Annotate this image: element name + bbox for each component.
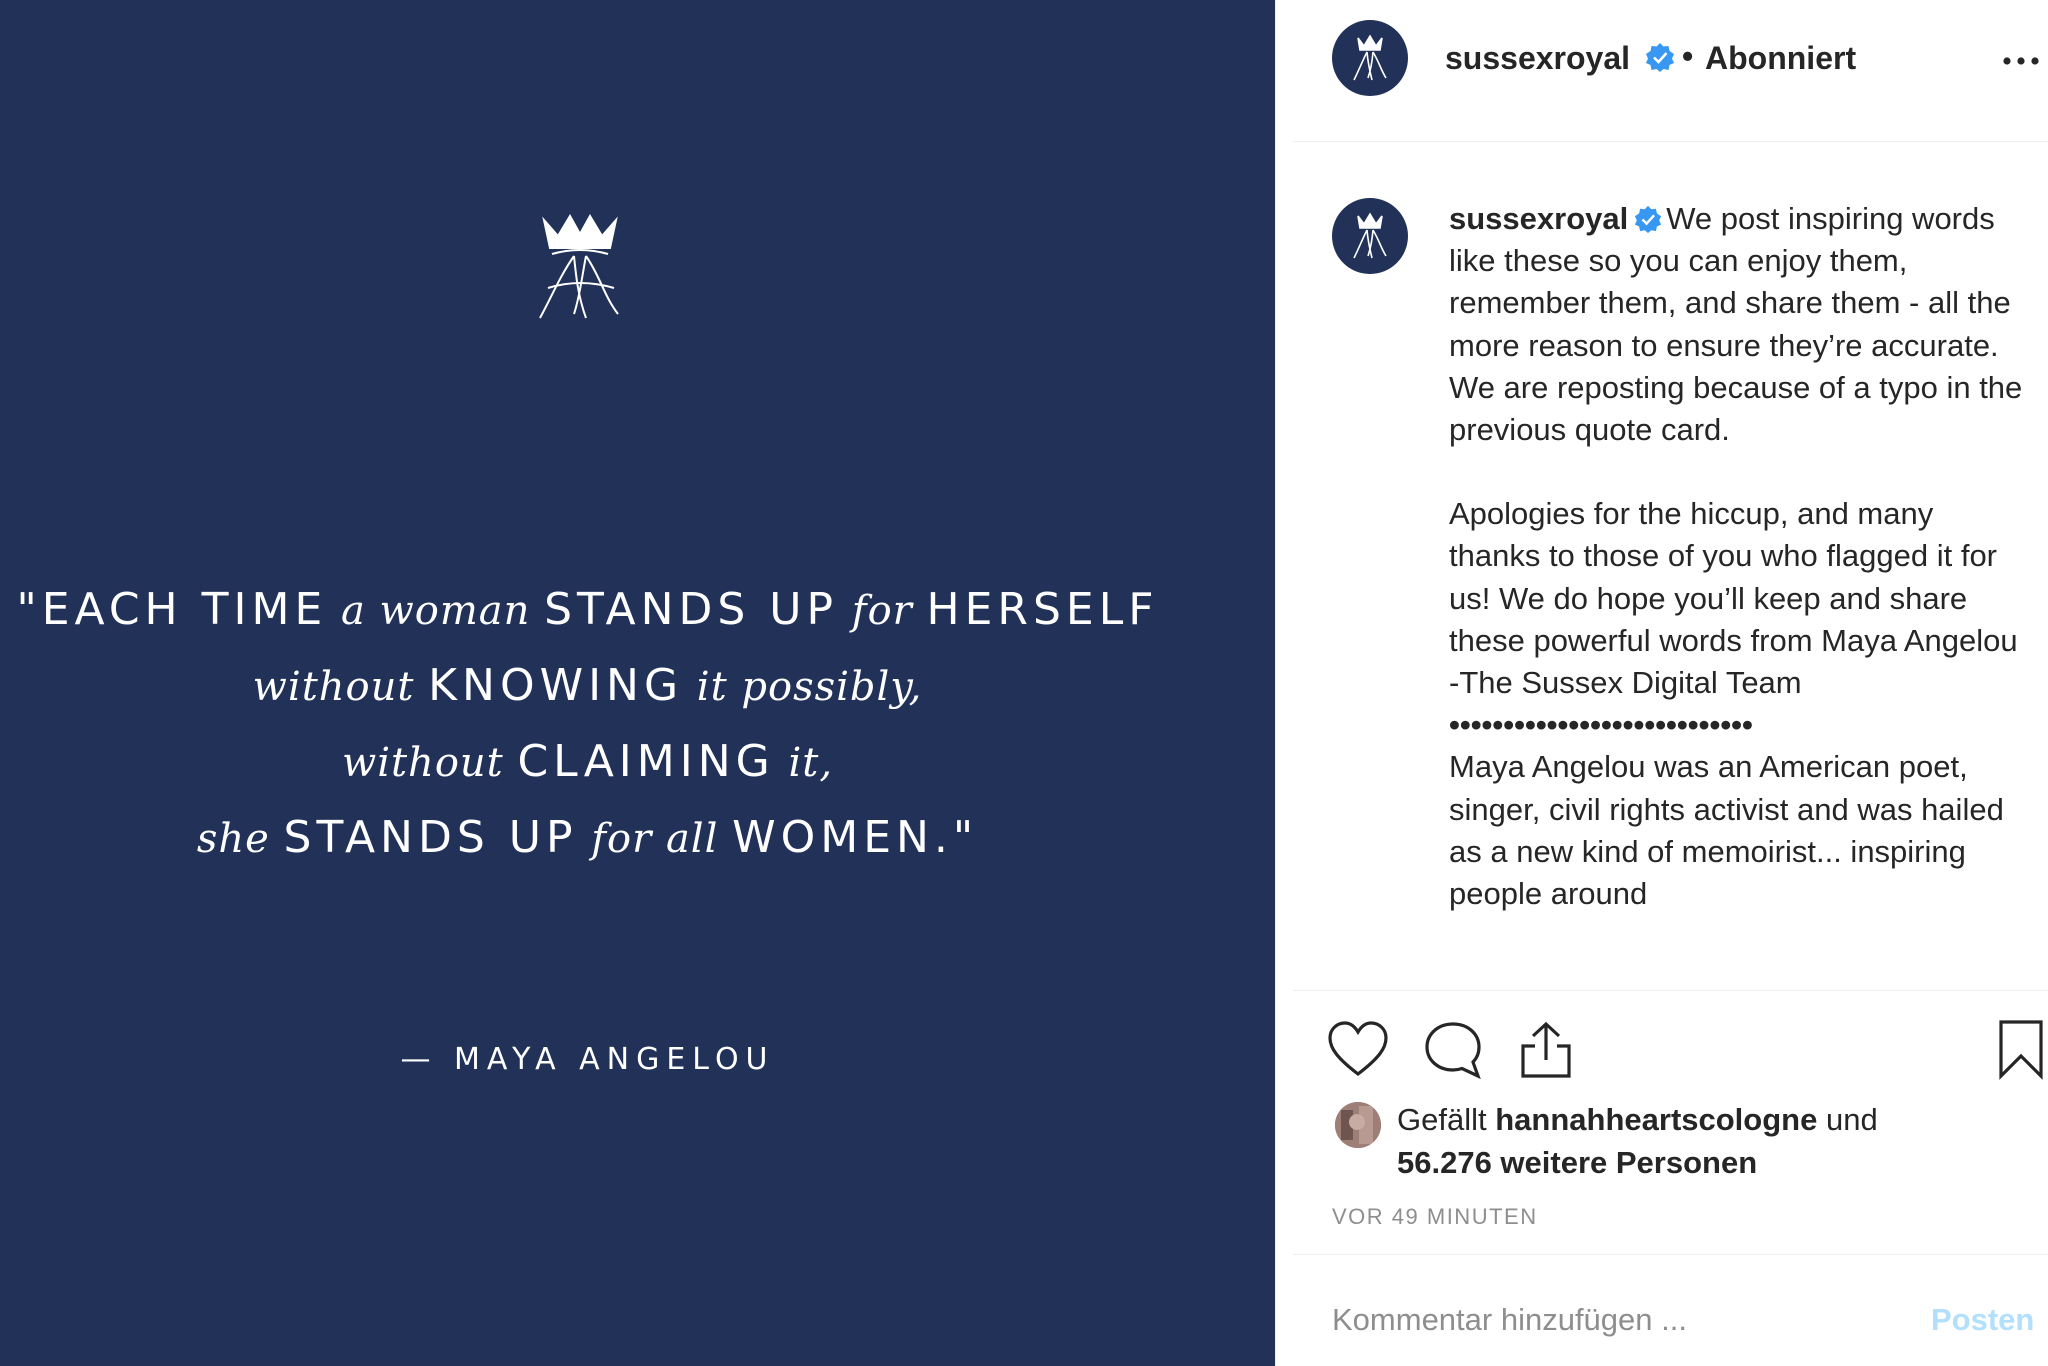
post-panel: sussexroyal • Abonniert sussexroyal We po… [1293,0,2048,1366]
quote-text: "EACH TIME a woman STANDS UP for HERSELF… [0,572,1175,876]
quote-segment: STANDS UP [544,584,839,635]
caption-paragraph-2: Apologies for the hiccup, and many thank… [1449,496,2018,658]
quote-segment: KNOWING [428,660,684,711]
likes-conj: und [1825,1102,1878,1137]
post-timestamp[interactable]: VOR 49 MINUTEN [1332,1204,1538,1230]
comment-input[interactable]: Kommentar hinzufügen ... [1332,1302,1687,1338]
quote-segment: a woman [327,588,545,634]
caption-signoff: -The Sussex Digital Team [1449,665,1802,701]
quote-segment: without [252,664,429,710]
quote-card-image[interactable]: "EACH TIME a woman STANDS UP for HERSELF… [0,0,1275,1366]
post-comment-button[interactable]: Posten [1931,1302,2034,1338]
quote-segment: CLAIMING [517,736,775,787]
likes-prefix: Gefällt [1397,1102,1487,1137]
caption-paragraph-3: Maya Angelou was an American poet, singe… [1449,749,2004,912]
header-divider [1293,141,2048,142]
quote-segment: HERSELF [926,584,1159,635]
header-username[interactable]: sussexroyal [1445,40,1630,77]
quote-segment: it possibly, [683,664,923,710]
bookmark-icon[interactable] [1997,1018,2045,1080]
heart-icon[interactable] [1327,1020,1389,1078]
verified-badge-icon [1635,205,1662,233]
panel-divider [1275,0,1294,1366]
quote-segment: she [196,816,284,862]
profile-avatar[interactable] [1332,20,1408,96]
quote-segment: for [838,588,927,634]
quote-segment: WOMEN." [732,812,979,863]
more-options-icon[interactable] [2001,56,2041,66]
quote-line: without CLAIMING it, [0,724,1175,800]
crown-monogram-icon [1353,34,1387,81]
quote-segment: STANDS UP [283,812,578,863]
quote-line: without KNOWING it possibly, [0,648,1175,724]
share-icon[interactable] [1517,1020,1575,1080]
likes-summary: Gefällt hannahheartscologne und 56.276 w… [1397,1098,1878,1184]
caption-username[interactable]: sussexroyal [1449,201,1628,236]
verified-badge-icon [1646,43,1674,72]
quote-segment: for all [577,816,733,862]
likes-count-link[interactable]: 56.276 weitere Personen [1397,1141,1878,1184]
quote-line: she STANDS UP for all WOMEN." [0,800,1175,876]
actions-divider [1293,990,2048,991]
quote-segment: it, [774,740,834,786]
liker-avatar[interactable] [1335,1102,1381,1148]
follow-status-button[interactable]: Abonniert [1705,40,1856,77]
comment-icon[interactable] [1423,1020,1483,1080]
quote-line: "EACH TIME a woman STANDS UP for HERSELF [0,572,1175,648]
caption-text: sussexroyal We post inspiring words like … [1449,198,2029,980]
caption-avatar[interactable] [1332,198,1408,274]
likes-user-link[interactable]: hannahheartscologne [1495,1102,1817,1137]
caption-intro: We post inspiring words like these so yo… [1449,201,2023,448]
quote-segment: without [341,740,518,786]
quote-author: — MAYA ANGELOU [400,1042,775,1077]
quote-segment: "EACH TIME [16,584,328,635]
crown-monogram-icon [539,214,619,319]
comment-divider [1293,1254,2048,1255]
crown-monogram-icon [1353,212,1387,259]
header-separator-dot: • [1682,38,1694,74]
caption-dot-divider: •••••••••••••••••••••••••••• [1449,707,1753,743]
